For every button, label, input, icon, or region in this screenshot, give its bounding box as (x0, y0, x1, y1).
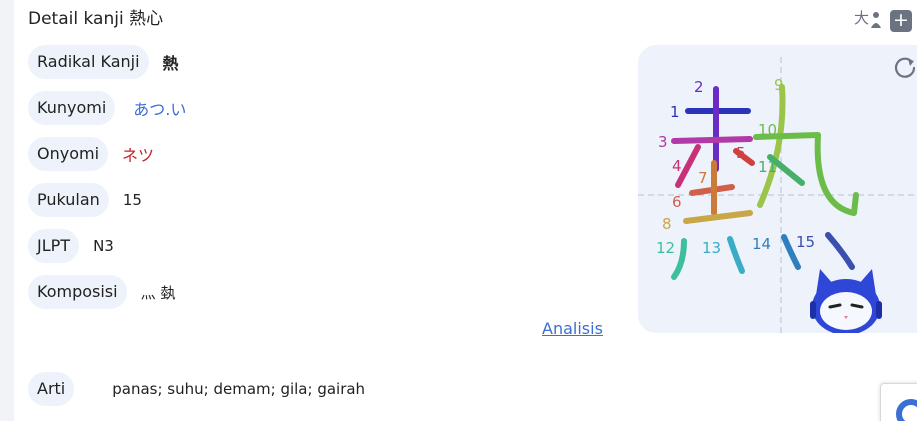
value-komposisi[interactable]: 灬 埶 (141, 282, 176, 303)
row-radikal: Radikal Kanji 熱 (28, 45, 179, 79)
stroke-number-1: 1 (670, 103, 680, 121)
label-onyomi: Onyomi (28, 137, 109, 171)
row-onyomi: Onyomi ネツ (28, 137, 154, 171)
stroke-number-11: 11 (758, 158, 777, 176)
stroke-number-4: 4 (672, 157, 682, 175)
corner-widget[interactable] (880, 383, 917, 421)
robot-cat-mascot-icon (810, 269, 882, 333)
stroke-number-12: 12 (656, 239, 675, 257)
row-komposisi: Komposisi 灬 埶 (28, 275, 175, 309)
stroke-9 (757, 84, 786, 208)
font-size-icon[interactable]: 大 (854, 6, 882, 35)
stroke-8 (683, 210, 753, 224)
corner-widget-icon (896, 399, 917, 421)
refresh-icon (894, 57, 916, 78)
value-pukulan: 15 (122, 191, 142, 209)
value-arti: panas; suhu; demam; gila; gairah (112, 380, 366, 398)
value-onyomi[interactable]: ネツ (122, 142, 154, 166)
value-kunyomi[interactable]: あつ.い (133, 96, 186, 120)
stroke-13 (727, 236, 745, 274)
value-jlpt: N3 (93, 237, 114, 255)
stroke-number-10: 10 (758, 121, 777, 139)
stroke-number-8: 8 (662, 215, 672, 233)
stroke-15 (825, 232, 855, 270)
page-title: Detail kanji 熱心 (28, 9, 164, 29)
label-komposisi: Komposisi (28, 275, 127, 309)
stroke-order-diagram: 1 2 3 4 5 6 7 8 9 10 11 12 13 14 15 (638, 57, 917, 333)
row-kunyomi: Kunyomi あつ.い (28, 91, 186, 125)
value-radikal[interactable]: 熱 (163, 50, 179, 74)
label-arti: Arti (28, 372, 75, 406)
stroke-number-13: 13 (702, 239, 721, 257)
stroke-number-2: 2 (694, 78, 704, 96)
row-pukulan: Pukulan 15 (28, 183, 142, 217)
label-jlpt: JLPT (28, 229, 80, 263)
row-arti: Arti panas; suhu; demam; gila; gairah (28, 372, 365, 406)
left-edge-strip (0, 0, 14, 421)
stroke-number-7: 7 (698, 169, 708, 187)
row-jlpt: JLPT N3 (28, 229, 114, 263)
stroke-12 (671, 238, 687, 280)
stroke-number-15: 15 (796, 233, 815, 251)
label-pukulan: Pukulan (28, 183, 109, 217)
stroke-number-14: 14 (752, 235, 771, 253)
top-toolbar: 大 + (854, 6, 912, 35)
stroke-3 (671, 136, 753, 144)
svg-text:大: 大 (854, 9, 869, 27)
stroke-number-9: 9 (774, 76, 784, 94)
label-radikal: Radikal Kanji (28, 45, 149, 79)
stroke-number-5: 5 (736, 144, 746, 162)
stroke-number-3: 3 (658, 133, 668, 151)
stroke-number-6: 6 (672, 193, 682, 211)
add-button[interactable]: + (890, 9, 912, 32)
stroke-order-panel[interactable]: 1 2 3 4 5 6 7 8 9 10 11 12 13 14 15 (638, 45, 917, 333)
label-kunyomi: Kunyomi (28, 91, 116, 125)
analysis-link[interactable]: Analisis (542, 319, 603, 338)
